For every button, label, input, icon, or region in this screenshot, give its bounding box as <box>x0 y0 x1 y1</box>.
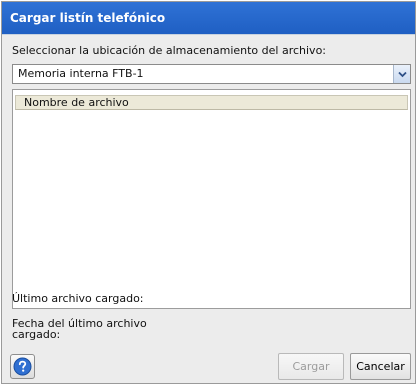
storage-location-label: Seleccionar la ubicación de almacenamien… <box>12 44 327 57</box>
dialog-footer: Cargar Cancelar <box>2 350 415 383</box>
chevron-down-icon <box>397 71 407 77</box>
cancel-button[interactable]: Cancelar <box>350 353 411 380</box>
dialog-title: Cargar listín telefónico <box>2 2 415 35</box>
load-button[interactable]: Cargar <box>278 353 344 380</box>
storage-location-value: Memoria interna FTB-1 <box>18 67 144 80</box>
file-list-header[interactable]: Nombre de archivo <box>15 95 408 110</box>
file-list[interactable]: Nombre de archivo <box>12 89 411 309</box>
load-phonebook-dialog: Cargar listín telefónico Seleccionar la … <box>1 1 416 384</box>
dropdown-button[interactable] <box>393 65 410 83</box>
help-button[interactable] <box>10 354 35 379</box>
storage-location-select[interactable]: Memoria interna FTB-1 <box>12 64 411 84</box>
column-header-file-name[interactable]: Nombre de archivo <box>24 96 129 109</box>
help-icon <box>13 357 32 376</box>
last-date-label-line2: cargado: <box>12 328 61 341</box>
dialog-content: Seleccionar la ubicación de almacenamien… <box>2 35 415 383</box>
last-file-label: Último archivo cargado: <box>12 292 144 305</box>
